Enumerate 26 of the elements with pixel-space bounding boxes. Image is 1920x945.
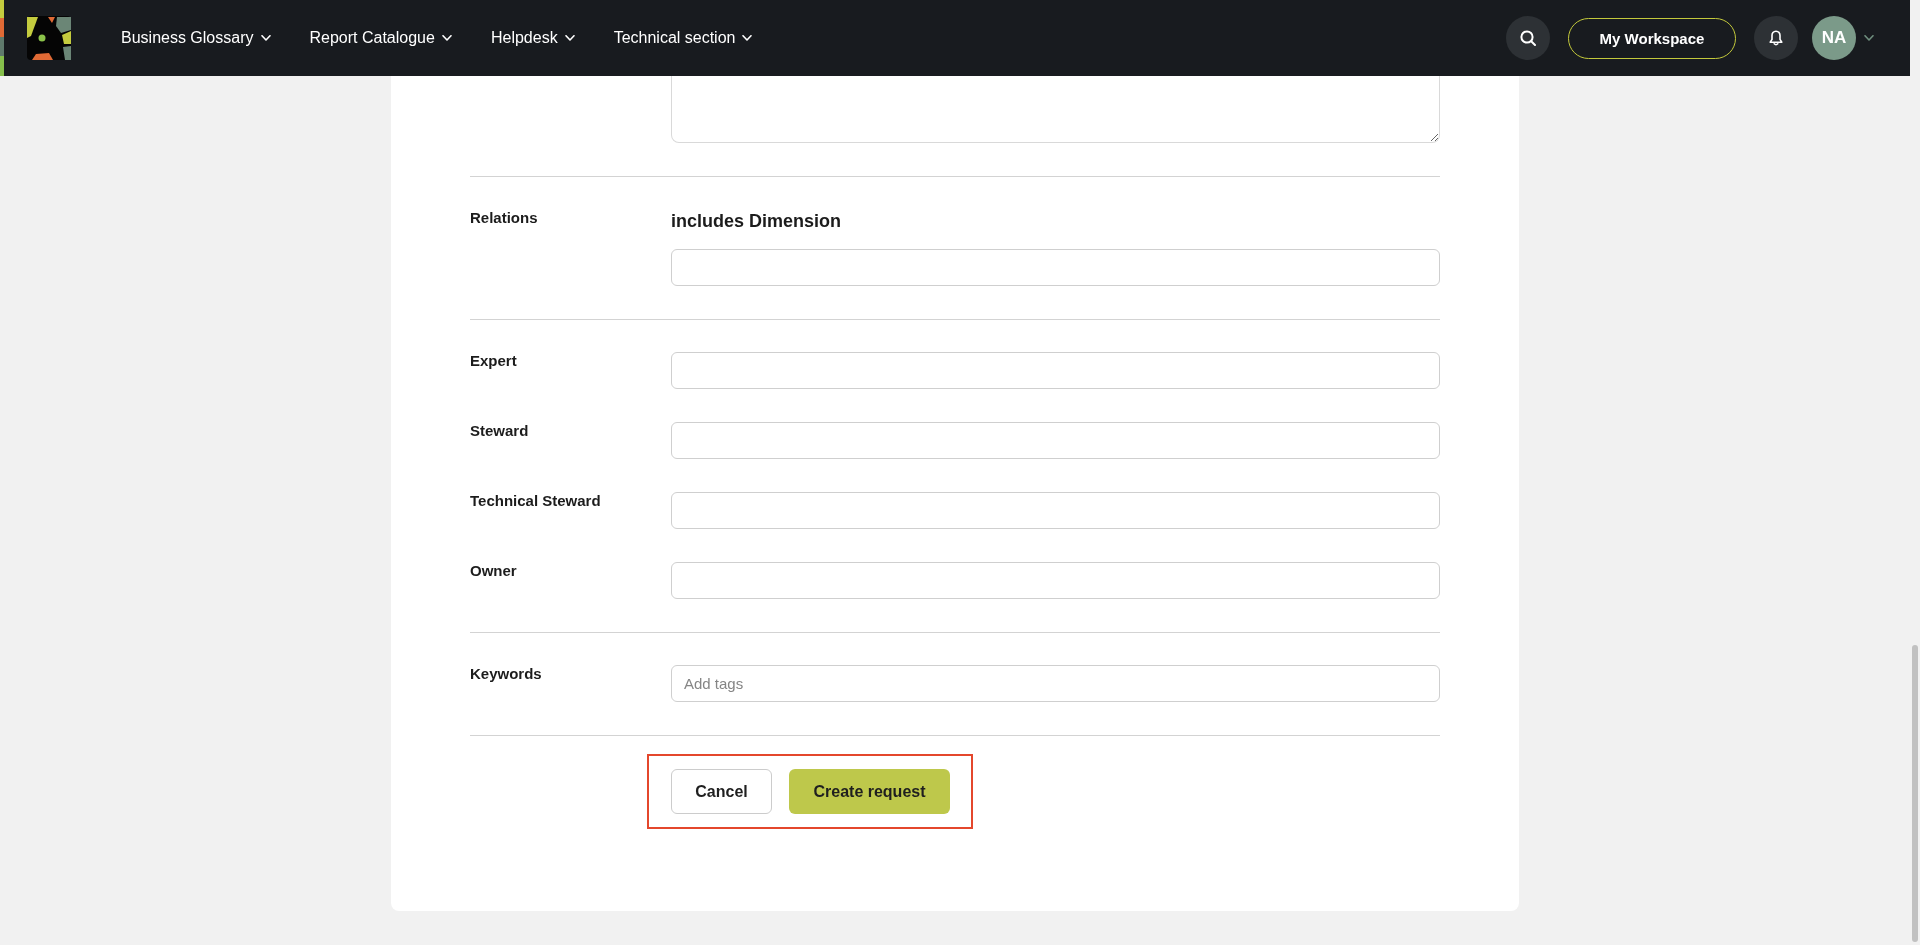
search-button[interactable] (1506, 16, 1550, 60)
scrollbar-thumb[interactable] (1912, 645, 1918, 942)
nav-menu[interactable]: Report Catalogue (309, 29, 452, 47)
bell-icon (1769, 30, 1783, 46)
field-label: Steward (470, 422, 530, 440)
input-field[interactable] (671, 422, 1440, 459)
nav-menu[interactable]: Technical section (613, 29, 753, 47)
secondary-button[interactable]: Cancel (671, 769, 772, 814)
text-area-field[interactable] (671, 76, 1440, 143)
field-label: Technical Steward (470, 492, 602, 510)
input-field[interactable] (671, 249, 1440, 286)
nav-menu[interactable]: Business Glossary (121, 29, 271, 47)
field-label: Keywords (470, 665, 543, 683)
search-icon (1520, 30, 1536, 46)
tag-input-field[interactable]: Add tags (671, 665, 1440, 702)
input-field[interactable] (671, 562, 1440, 599)
input-field[interactable] (671, 352, 1440, 389)
nav-menu[interactable]: Helpdesk (490, 29, 575, 47)
primary-button[interactable]: Create request (789, 769, 950, 814)
relation-heading: includes Dimension (671, 210, 843, 233)
notifications-button[interactable] (1754, 16, 1798, 60)
logo-icon[interactable] (27, 16, 71, 60)
input-field[interactable] (671, 492, 1440, 529)
field-label: Owner (470, 562, 518, 580)
field-label: Expert (470, 352, 518, 370)
field-label: Relations (470, 209, 539, 227)
